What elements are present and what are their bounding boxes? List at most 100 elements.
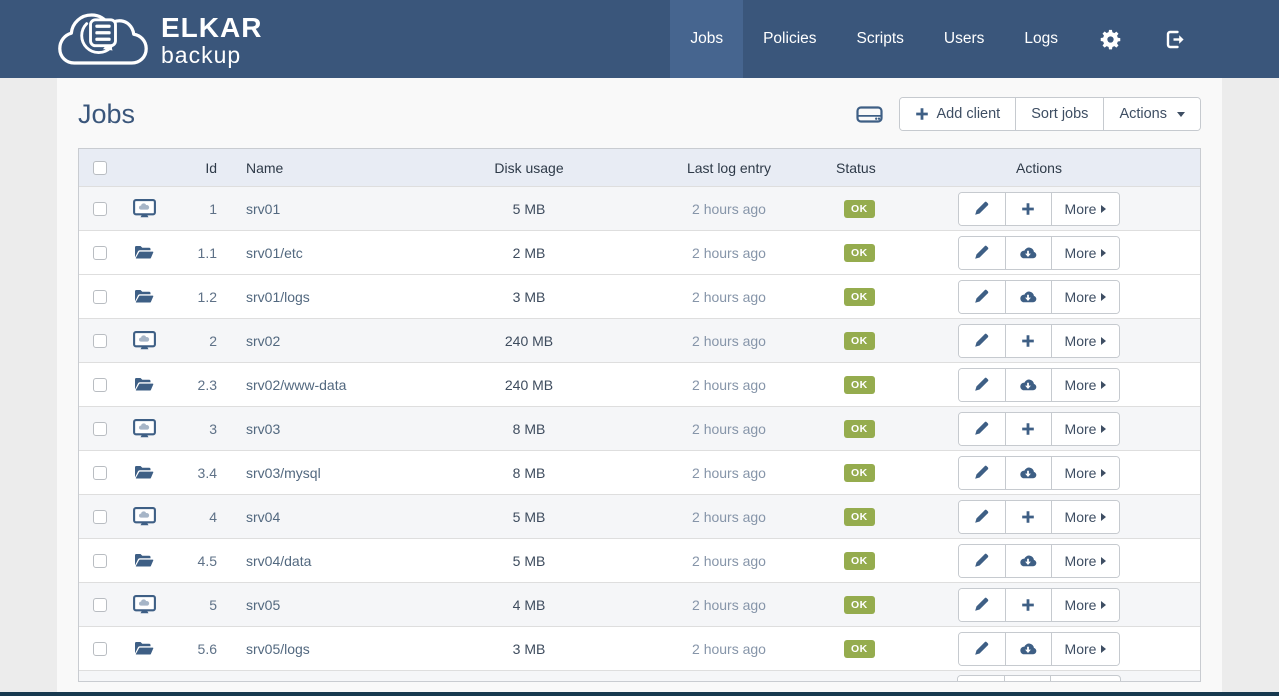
select-all-checkbox[interactable] bbox=[93, 161, 107, 175]
more-button[interactable]: More bbox=[1051, 237, 1120, 269]
job-name-link[interactable]: srv04/data bbox=[219, 553, 429, 569]
job-name-link[interactable]: srv05/logs bbox=[219, 641, 429, 657]
row-id: 2 bbox=[169, 333, 219, 349]
more-button-label: More bbox=[1065, 465, 1097, 481]
edit-button[interactable] bbox=[959, 237, 1005, 269]
row-checkbox[interactable] bbox=[93, 598, 107, 612]
add-job-button[interactable] bbox=[1005, 589, 1051, 621]
edit-button[interactable] bbox=[959, 545, 1005, 577]
restore-button[interactable] bbox=[1005, 281, 1051, 313]
status-badge: OK bbox=[844, 464, 875, 482]
edit-button[interactable] bbox=[959, 325, 1005, 357]
status-badge: OK bbox=[844, 244, 875, 262]
more-button[interactable]: More bbox=[1051, 325, 1120, 357]
edit-button[interactable] bbox=[959, 589, 1005, 621]
main-content: Jobs Add client Sort jobs bbox=[57, 78, 1222, 692]
more-button[interactable]: More bbox=[1051, 545, 1120, 577]
restore-button[interactable] bbox=[1005, 633, 1051, 665]
more-button[interactable]: More bbox=[1051, 281, 1120, 313]
sign-out-icon bbox=[1165, 30, 1185, 49]
job-name-link[interactable]: srv04 bbox=[219, 509, 429, 525]
add-job-button[interactable] bbox=[1005, 193, 1051, 225]
actions-dropdown-button[interactable]: Actions bbox=[1103, 98, 1200, 130]
more-button[interactable]: More bbox=[1051, 193, 1120, 225]
more-button[interactable]: More bbox=[1051, 457, 1120, 489]
add-client-button[interactable]: Add client bbox=[900, 98, 1016, 130]
nav-item-logs[interactable]: Logs bbox=[1004, 0, 1078, 78]
more-button-label: More bbox=[1065, 421, 1097, 437]
job-name-link[interactable]: srv01/logs bbox=[219, 289, 429, 305]
pencil-icon bbox=[974, 421, 989, 436]
status-badge: OK bbox=[844, 596, 875, 614]
more-button-label: More bbox=[1065, 641, 1097, 657]
sort-jobs-button[interactable]: Sort jobs bbox=[1015, 98, 1103, 130]
row-checkbox[interactable] bbox=[93, 466, 107, 480]
row-checkbox[interactable] bbox=[93, 202, 107, 216]
restore-button[interactable] bbox=[1005, 457, 1051, 489]
more-button-label: More bbox=[1065, 289, 1097, 305]
edit-button[interactable] bbox=[959, 501, 1005, 533]
brand-logo[interactable]: ELKAR backup bbox=[55, 8, 262, 70]
nav-item-jobs[interactable]: Jobs bbox=[670, 0, 743, 78]
table-row: 5 srv05 4 MB 2 hours ago OK bbox=[79, 582, 1200, 626]
restore-button[interactable] bbox=[1005, 369, 1051, 401]
more-button[interactable]: More bbox=[1051, 633, 1120, 665]
more-button[interactable]: More bbox=[1051, 501, 1120, 533]
more-button[interactable]: More bbox=[1051, 589, 1120, 621]
nav-logout[interactable] bbox=[1143, 0, 1207, 78]
last-log-entry: 2 hours ago bbox=[629, 333, 829, 349]
job-name-link[interactable]: srv01 bbox=[219, 201, 429, 217]
plus-icon bbox=[1021, 510, 1035, 524]
pencil-icon bbox=[974, 597, 989, 612]
status-badge: OK bbox=[844, 508, 875, 526]
chevron-right-icon bbox=[1101, 293, 1106, 301]
edit-button[interactable] bbox=[959, 281, 1005, 313]
hard-drive-icon[interactable] bbox=[856, 103, 883, 126]
row-id: 3 bbox=[169, 421, 219, 437]
edit-button[interactable] bbox=[959, 413, 1005, 445]
disk-usage: 5 MB bbox=[429, 509, 629, 525]
last-log-entry: 2 hours ago bbox=[629, 553, 829, 569]
edit-button[interactable] bbox=[959, 633, 1005, 665]
row-checkbox[interactable] bbox=[93, 378, 107, 392]
chevron-down-icon bbox=[1177, 112, 1185, 117]
folder-icon bbox=[134, 553, 154, 568]
edit-button[interactable] bbox=[959, 193, 1005, 225]
jobs-table: Id Name Disk usage Last log entry Status… bbox=[78, 148, 1201, 682]
edit-button[interactable] bbox=[959, 369, 1005, 401]
restore-button[interactable] bbox=[1005, 237, 1051, 269]
add-job-button[interactable] bbox=[1004, 676, 1050, 681]
job-name-link[interactable]: srv05 bbox=[219, 597, 429, 613]
edit-button[interactable] bbox=[958, 676, 1004, 681]
nav-settings[interactable] bbox=[1078, 0, 1143, 78]
job-name-link[interactable]: srv02/www-data bbox=[219, 377, 429, 393]
bottom-edge-bar bbox=[0, 692, 1279, 696]
nav-item-policies[interactable]: Policies bbox=[743, 0, 836, 78]
action-button-group-partial[interactable] bbox=[957, 675, 1121, 681]
more-button[interactable] bbox=[1050, 676, 1077, 681]
action-button-group: More bbox=[958, 456, 1121, 490]
table-row: 2.3 srv02/www-data 240 MB 2 hours ago OK bbox=[79, 362, 1200, 406]
cloud-download-icon bbox=[1019, 466, 1037, 480]
row-checkbox[interactable] bbox=[93, 642, 107, 656]
add-job-button[interactable] bbox=[1005, 413, 1051, 445]
job-name-link[interactable]: srv03 bbox=[219, 421, 429, 437]
add-job-button[interactable] bbox=[1005, 325, 1051, 357]
restore-button[interactable] bbox=[1005, 545, 1051, 577]
row-checkbox[interactable] bbox=[93, 246, 107, 260]
cloud-download-icon bbox=[1019, 378, 1037, 392]
more-button[interactable]: More bbox=[1051, 369, 1120, 401]
nav-item-users[interactable]: Users bbox=[924, 0, 1004, 78]
row-checkbox[interactable] bbox=[93, 334, 107, 348]
edit-button[interactable] bbox=[959, 457, 1005, 489]
more-button[interactable]: More bbox=[1051, 413, 1120, 445]
job-name-link[interactable]: srv03/mysql bbox=[219, 465, 429, 481]
job-name-link[interactable]: srv01/etc bbox=[219, 245, 429, 261]
nav-item-scripts[interactable]: Scripts bbox=[837, 0, 924, 78]
row-checkbox[interactable] bbox=[93, 290, 107, 304]
row-checkbox[interactable] bbox=[93, 422, 107, 436]
job-name-link[interactable]: srv02 bbox=[219, 333, 429, 349]
row-checkbox[interactable] bbox=[93, 554, 107, 568]
add-job-button[interactable] bbox=[1005, 501, 1051, 533]
row-checkbox[interactable] bbox=[93, 510, 107, 524]
